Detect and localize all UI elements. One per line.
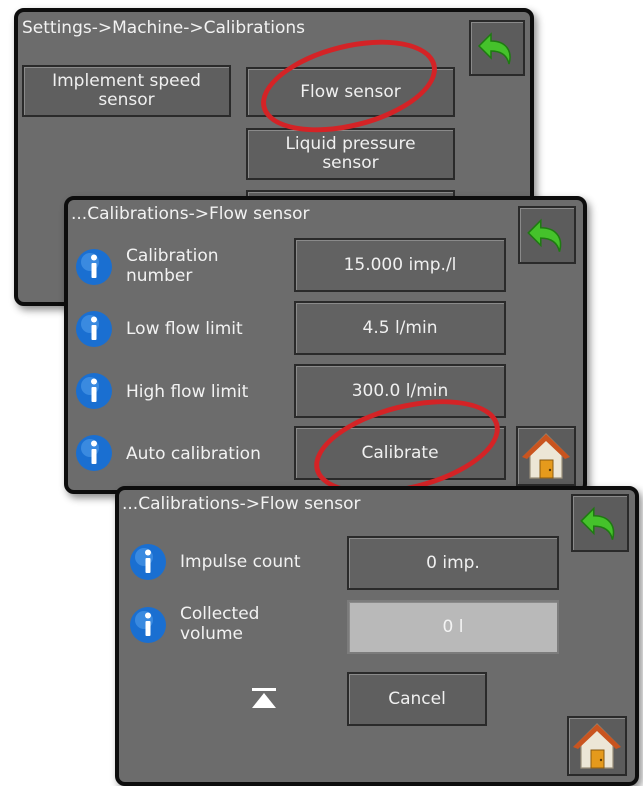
collected-volume-field: 0 l: [347, 600, 559, 654]
calibration-number-field[interactable]: 15.000 imp./l: [294, 238, 506, 292]
breadcrumb: ...Calibrations->Flow sensor: [71, 204, 310, 224]
low-flow-limit-label: Low flow limit: [126, 319, 243, 339]
back-arrow-icon: [527, 218, 562, 252]
high-flow-limit-label: High flow limit: [126, 382, 249, 402]
home-icon: [573, 723, 621, 769]
breadcrumb: Settings->Machine->Calibrations: [22, 18, 305, 38]
auto-calibration-panel: ...Calibrations->Flow sensor Impulse cou…: [115, 486, 639, 786]
auto-calibration-label: Auto calibration: [126, 444, 261, 464]
cancel-button[interactable]: Cancel: [347, 672, 487, 726]
home-button[interactable]: [516, 426, 576, 486]
low-flow-limit-field[interactable]: 4.5 l/min: [294, 301, 506, 355]
info-icon[interactable]: [75, 310, 113, 348]
liquid-pressure-sensor-button[interactable]: Liquid pressure sensor: [246, 128, 455, 180]
back-arrow-icon: [477, 32, 511, 65]
collected-volume-label: Collected volume: [180, 604, 260, 644]
info-icon[interactable]: [75, 372, 113, 410]
calibration-number-label: Calibration number: [126, 246, 219, 286]
info-icon[interactable]: [129, 606, 167, 644]
info-icon[interactable]: [75, 248, 113, 286]
impulse-count-label: Impulse count: [180, 552, 301, 572]
impulse-count-field: 0 imp.: [347, 536, 559, 590]
scroll-up-icon[interactable]: [249, 686, 279, 710]
back-button[interactable]: [469, 20, 525, 76]
home-button[interactable]: [567, 716, 627, 776]
back-arrow-icon: [580, 506, 615, 540]
back-button[interactable]: [571, 494, 629, 552]
home-icon: [522, 433, 570, 479]
info-icon[interactable]: [75, 434, 113, 472]
breadcrumb: ...Calibrations->Flow sensor: [122, 494, 361, 514]
implement-speed-sensor-button[interactable]: Implement speed sensor: [22, 65, 231, 117]
info-icon[interactable]: [129, 543, 167, 581]
back-button[interactable]: [518, 206, 576, 264]
